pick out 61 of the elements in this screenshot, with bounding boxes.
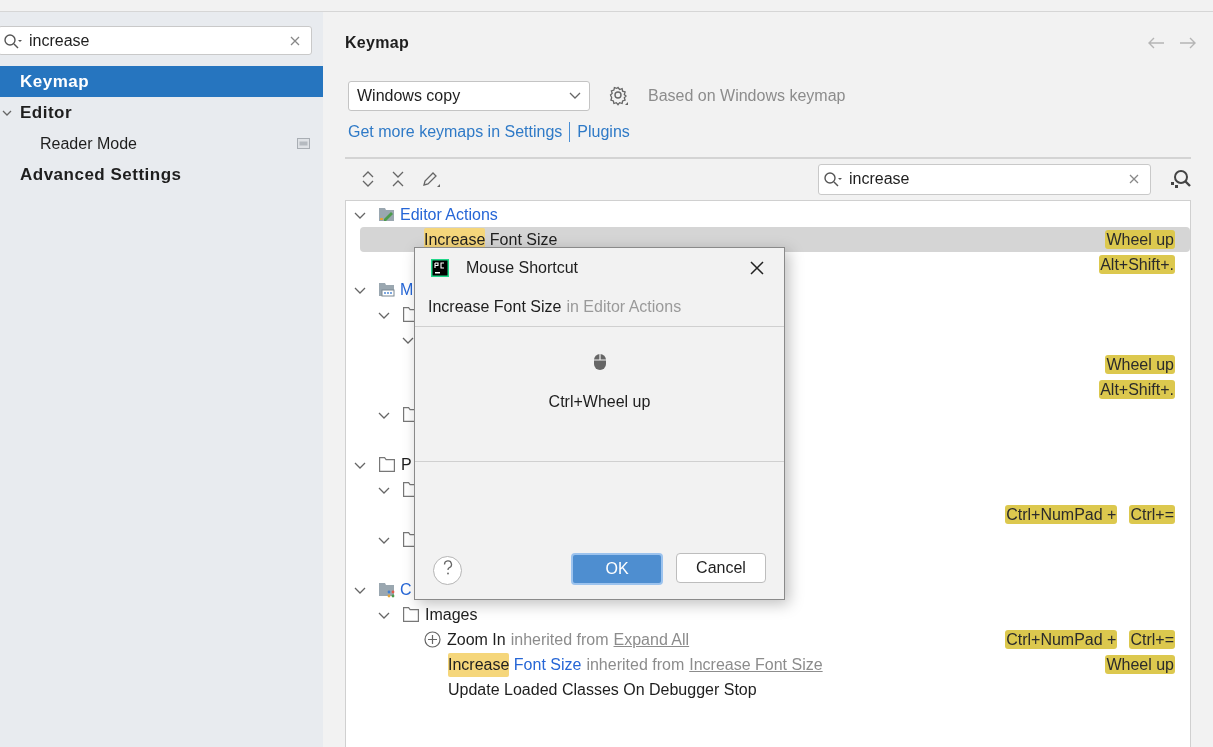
page-title: Keymap — [345, 33, 410, 53]
based-on-text: Based on Windows keymap — [648, 86, 846, 106]
mouse-icon — [592, 353, 607, 371]
shortcut-badge: Ctrl+= — [1129, 505, 1175, 524]
sidebar-item[interactable]: Editor — [0, 97, 323, 128]
shortcut-badge: Ctrl+NumPad + — [1005, 505, 1118, 524]
sidebar-item[interactable]: Advanced Settings — [0, 159, 323, 190]
item-label: Editor Actions — [400, 204, 498, 225]
gear-icon — [608, 85, 630, 107]
shortcut-badge: Alt+Shift+. — [1099, 255, 1175, 274]
shortcut-badge: Alt+Shift+. — [1099, 380, 1175, 399]
shortcut-badge: Ctrl+NumPad + — [1005, 630, 1118, 649]
close-icon — [750, 261, 764, 275]
shortcut-badge: Ctrl+= — [1129, 630, 1175, 649]
item-label: Font Size — [512, 654, 582, 675]
back-arrow-icon — [1147, 36, 1165, 50]
inherited-text: inherited from — [586, 654, 685, 675]
search-field[interactable]: increase — [818, 163, 1151, 195]
expand-all-icon — [361, 171, 375, 187]
tools-folder-icon — [378, 581, 396, 598]
item-label: Increase — [448, 652, 510, 677]
sidebar-item[interactable]: Keymap — [0, 66, 323, 97]
item-label: Images — [425, 604, 478, 625]
clear-icon — [289, 34, 301, 47]
collapse-all-icon — [391, 171, 405, 187]
settings-button[interactable] — [608, 85, 630, 107]
pencil-icon — [421, 170, 441, 188]
search-icon — [823, 171, 843, 187]
shortcut-badge: Wheel up — [1105, 230, 1175, 249]
help-button[interactable] — [433, 556, 462, 585]
dialog-button[interactable]: Cancel — [676, 553, 766, 583]
sidebar-item[interactable]: Reader Mode — [0, 128, 323, 159]
shortcut-badge: Wheel up — [1105, 655, 1175, 674]
item-label: Font Size — [488, 229, 558, 250]
item-label: M — [400, 279, 414, 300]
search-field[interactable]: increase — [0, 26, 312, 55]
link[interactable]: Plugins — [577, 120, 630, 144]
shortcut-text: Ctrl+Wheel up — [548, 392, 651, 412]
menu-folder-icon — [378, 281, 396, 298]
item-label: C — [400, 579, 412, 600]
keymap-dropdown[interactable]: Windows copy — [348, 81, 590, 111]
item-label: Update Loaded Classes On Debugger Stop — [448, 679, 757, 700]
forward-arrow-icon — [1179, 36, 1197, 50]
search-icon — [3, 32, 23, 49]
folder-icon — [403, 607, 420, 622]
action-name: Increase Font Size — [428, 297, 562, 317]
clear-icon — [1128, 173, 1140, 185]
find-shortcut-icon — [1169, 168, 1191, 190]
plus-circle-icon — [424, 631, 441, 648]
inherited-text: inherited from — [510, 629, 609, 650]
chevron-icon — [569, 92, 581, 100]
item-label: P — [401, 454, 412, 475]
dialog-title: Mouse Shortcut — [466, 258, 580, 278]
editor-folder-icon — [378, 206, 396, 223]
question-mark-icon — [442, 560, 453, 576]
item-label: Zoom In — [447, 629, 506, 650]
folder-icon — [379, 457, 396, 472]
context-text: in Editor Actions — [566, 297, 682, 317]
link[interactable]: Get more keymaps in Settings — [348, 120, 563, 144]
shortcut-badge: Wheel up — [1105, 355, 1175, 374]
app-logo-icon — [431, 259, 449, 277]
